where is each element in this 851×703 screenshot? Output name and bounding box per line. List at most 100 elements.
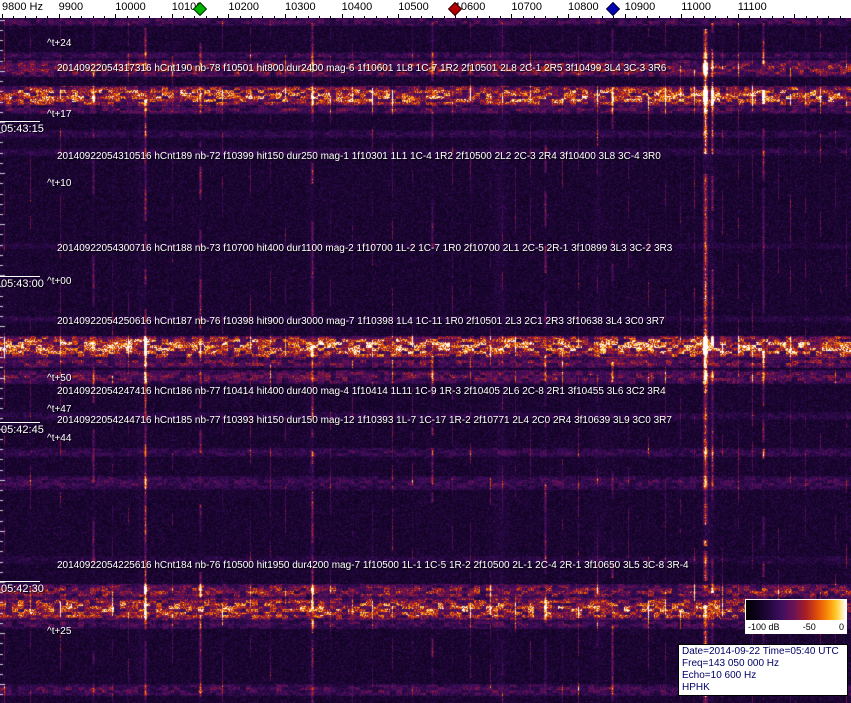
freq-tick-minor [534, 16, 535, 18]
freq-label-10200: 10200 [228, 1, 259, 13]
freq-tick-major [398, 14, 400, 18]
freq-tick-minor [545, 16, 547, 18]
freq-tick-major [568, 14, 569, 18]
freq-label-10400: 10400 [341, 1, 373, 13]
legend-max-label: 0 [838, 621, 844, 632]
freq-tick-minor [262, 16, 264, 18]
freq-tick-minor [726, 16, 728, 18]
freq-tick-major [2, 14, 3, 18]
freq-tick-minor [160, 16, 162, 18]
freq-tick-minor [375, 16, 377, 18]
freq-label-9900: 9900 [58, 1, 84, 13]
freq-tick-minor [126, 16, 128, 18]
freq-tick-minor [386, 16, 388, 18]
freq-tick-minor [692, 16, 694, 18]
freq-tick-minor [420, 16, 422, 18]
freq-tick-minor [760, 16, 762, 18]
freq-tick-minor [183, 16, 185, 18]
freq-tick-major [228, 14, 230, 18]
freq-label-10500: 10500 [398, 1, 429, 13]
freq-label-11100: 11100 [737, 1, 767, 13]
freq-tick-major [58, 14, 60, 18]
freq-tick-minor [828, 16, 830, 18]
freq-tick-minor [432, 16, 434, 18]
freq-tick-minor [658, 16, 660, 18]
freq-tick-minor [47, 16, 49, 18]
info-frequency: Freq=143 050 000 Hz [682, 658, 780, 669]
freq-tick-minor [488, 16, 490, 18]
freq-tick-major [794, 14, 796, 18]
freq-label-11000: 11000 [681, 1, 711, 13]
freq-tick-minor [647, 16, 649, 18]
freq-tick-minor [205, 16, 207, 18]
freq-tick-minor [13, 16, 15, 18]
legend-mid-label: -50 [802, 621, 816, 632]
freq-tick-minor [81, 16, 83, 18]
legend-labels: -100 dB -50 0 [746, 620, 846, 633]
freq-label-10300: 10300 [285, 1, 316, 13]
freq-tick-major [171, 14, 173, 18]
spectrum-lab-window: 9800 Hz 9900 10000 10100 10200 10300 10400 1050… [0, 0, 851, 703]
freq-label-10900: 10900 [624, 1, 656, 13]
freq-tick-minor [137, 16, 139, 18]
info-echo-frequency: Echo=10 600 Hz [682, 670, 757, 681]
freq-tick-minor [817, 16, 818, 18]
freq-tick-minor [613, 16, 615, 18]
freq-tick-minor [703, 16, 705, 18]
db-color-scale: -100 dB -50 0 [745, 599, 847, 634]
freq-tick-major [341, 14, 343, 18]
freq-tick-minor [522, 16, 524, 18]
spectrogram-waterfall[interactable] [0, 18, 851, 703]
freq-tick-minor [319, 16, 320, 18]
freq-label-9800: 9800 Hz [2, 1, 43, 13]
freq-tick-minor [771, 16, 773, 18]
freq-tick-minor [749, 16, 751, 18]
freq-tick-minor [669, 16, 671, 18]
freq-tick-minor [239, 16, 241, 18]
freq-tick-minor [556, 16, 558, 18]
freq-tick-major [624, 14, 626, 18]
freq-tick-minor [443, 16, 445, 18]
freq-tick-minor [805, 16, 807, 18]
freq-tick-minor [273, 16, 275, 18]
freq-tick-minor [364, 16, 366, 18]
freq-tick-minor [69, 16, 71, 18]
freq-tick-minor [296, 16, 298, 18]
freq-tick-minor [715, 16, 717, 18]
freq-tick-minor [36, 16, 37, 18]
freq-tick-minor [217, 16, 219, 18]
freq-tick-minor [103, 16, 105, 18]
info-date-time: Date=2014-09-22 Time=05:40 UTC [682, 646, 839, 657]
info-station-id: HPHK [682, 682, 710, 693]
freq-tick-minor [466, 16, 468, 18]
freq-tick-minor [307, 16, 309, 18]
freq-tick-minor [602, 16, 603, 18]
legend-gradient [746, 600, 846, 620]
freq-tick-minor [194, 16, 196, 18]
freq-tick-minor [500, 16, 502, 18]
freq-tick-minor [352, 16, 354, 18]
freq-tick-minor [783, 16, 785, 18]
freq-tick-major [285, 14, 286, 18]
marker-blue-diamond-icon[interactable] [606, 1, 621, 17]
freq-tick-minor [149, 16, 151, 18]
legend-min-label: -100 dB [748, 621, 780, 632]
freq-tick-minor [24, 16, 26, 18]
info-box: Date=2014-09-22 Time=05:40 UTC Freq=143 … [678, 644, 848, 696]
freq-tick-minor [409, 16, 411, 18]
frequency-axis: 9800 Hz 9900 10000 10100 10200 10300 10400 1050… [0, 0, 851, 18]
freq-tick-major [681, 14, 683, 18]
freq-tick-minor [590, 16, 592, 18]
freq-tick-major [115, 14, 117, 18]
freq-tick-minor [839, 16, 841, 18]
freq-tick-minor [251, 16, 252, 18]
freq-label-10000: 10000 [115, 1, 146, 13]
freq-label-10700: 10700 [511, 1, 542, 13]
freq-tick-major [737, 14, 739, 18]
freq-tick-major [511, 14, 513, 18]
freq-tick-minor [330, 16, 332, 18]
freq-tick-minor [477, 16, 479, 18]
freq-tick-minor [579, 16, 581, 18]
freq-label-10800: 10800 [568, 1, 599, 13]
freq-tick-minor [92, 16, 94, 18]
